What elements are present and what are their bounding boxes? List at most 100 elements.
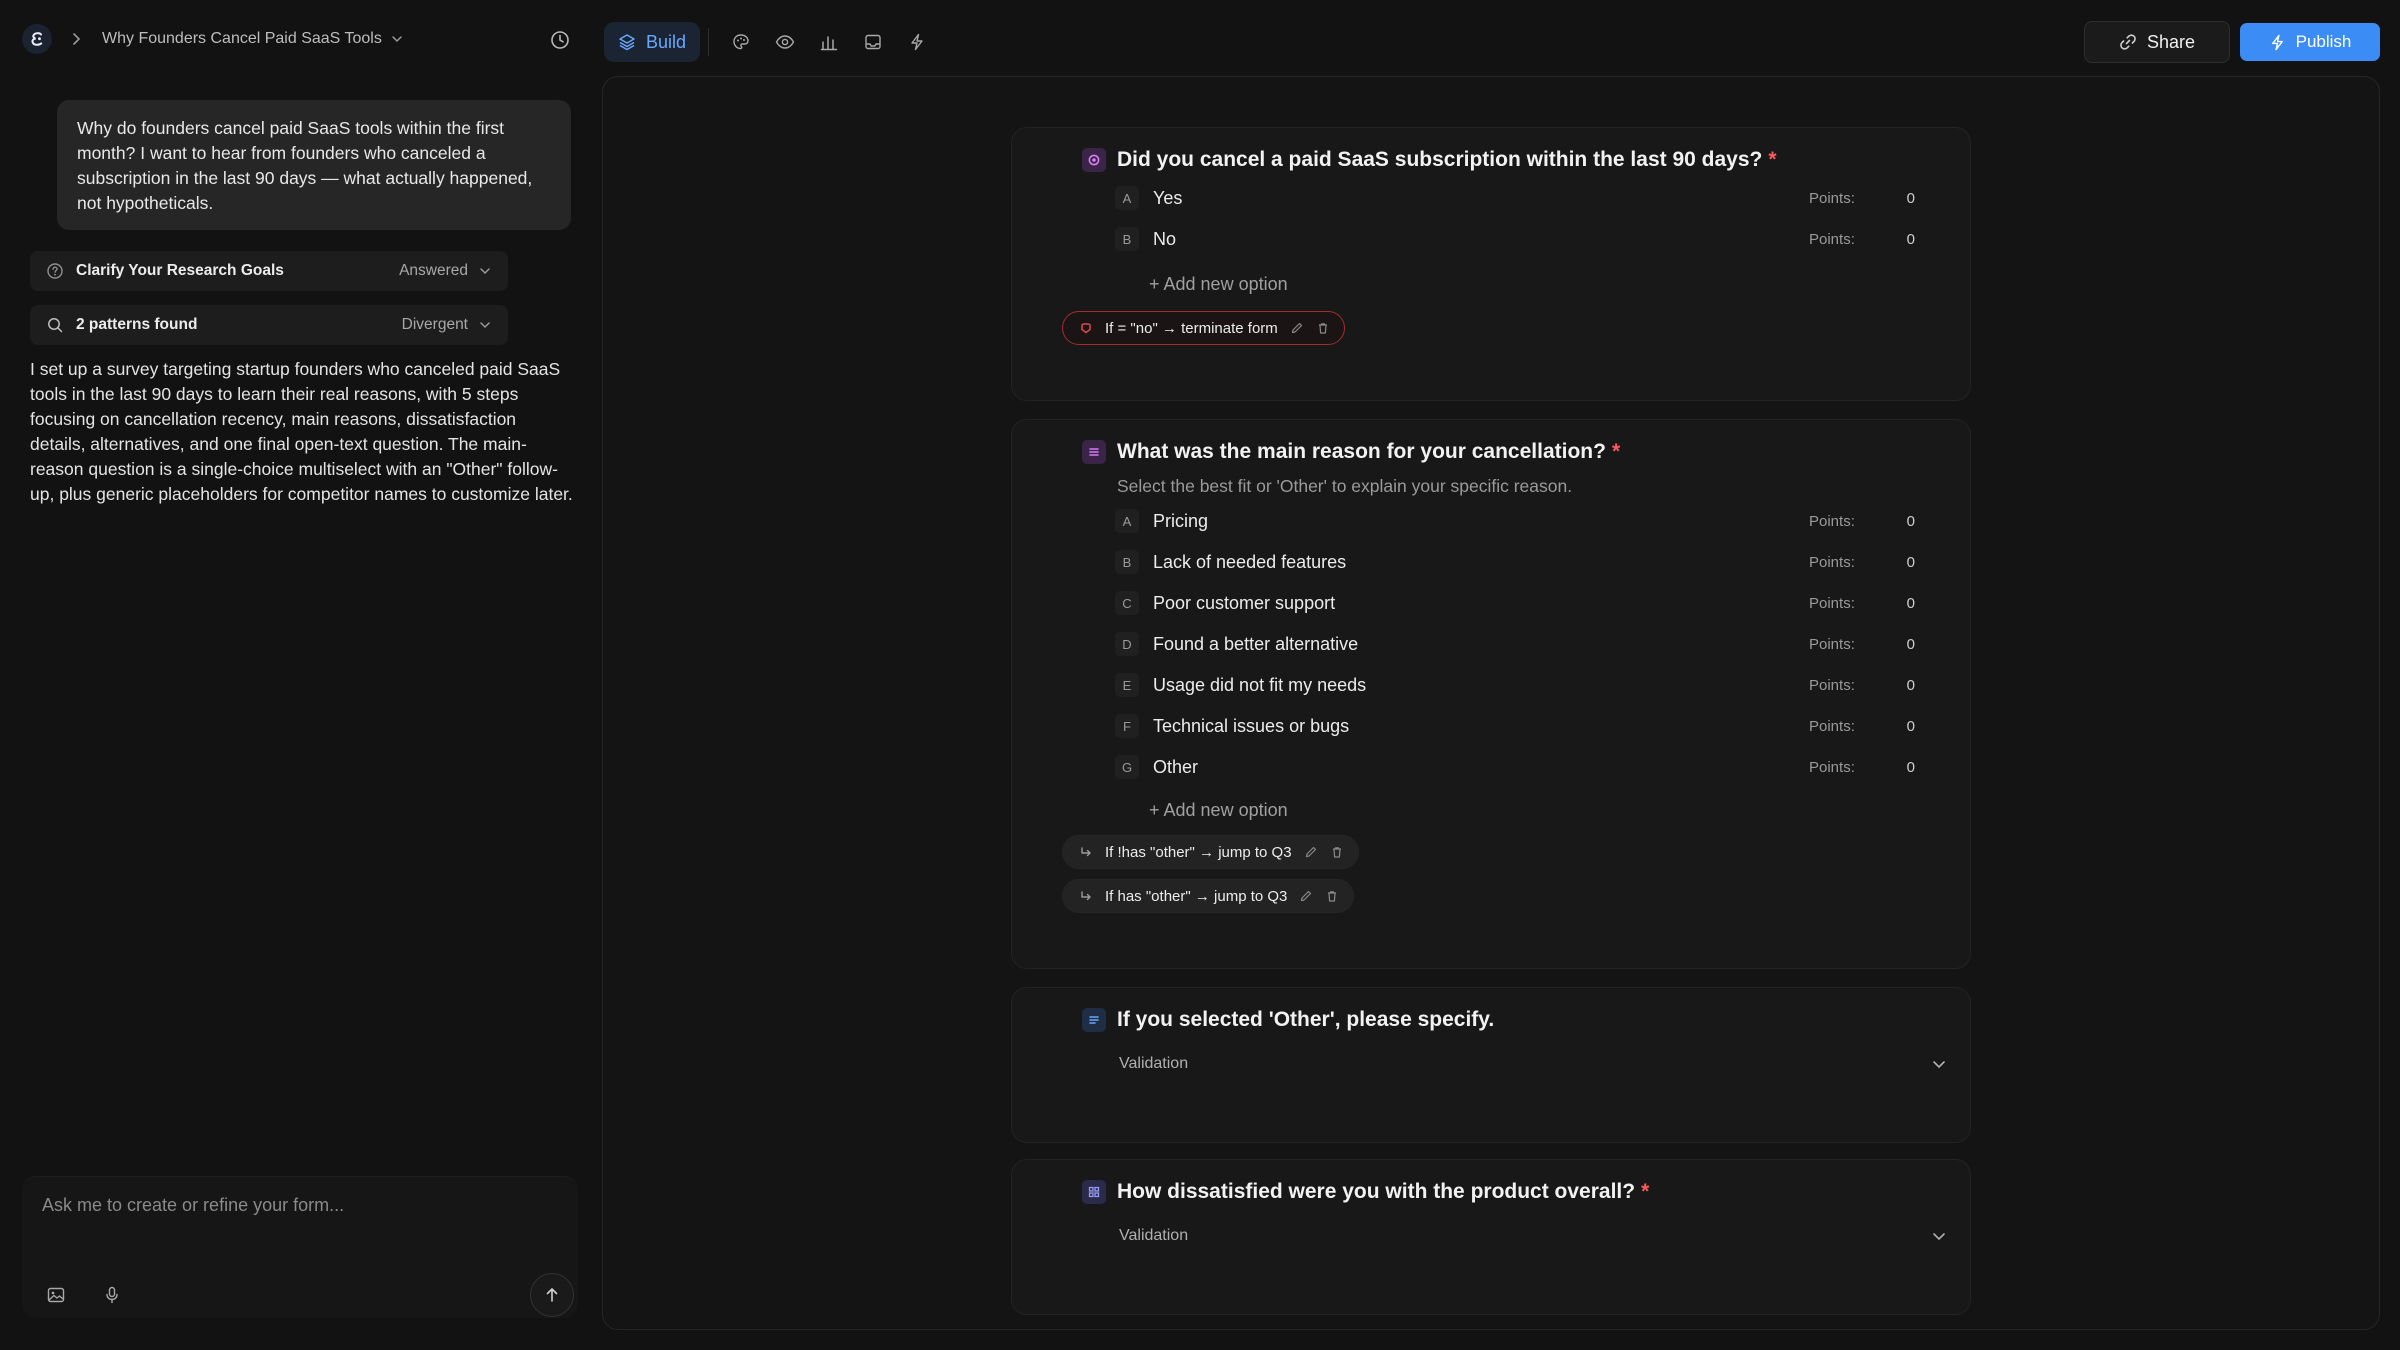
points-value[interactable]: 0: [1893, 677, 1915, 694]
search-icon: [48, 318, 63, 333]
palette-icon: [733, 34, 749, 50]
question-card-2[interactable]: What was the main reason for your cancel…: [1011, 419, 1971, 969]
build-tab[interactable]: Build: [604, 22, 701, 62]
chevron-down-icon[interactable]: [390, 32, 404, 46]
logic-rule[interactable]: If = "no" → terminate form: [1062, 311, 1345, 345]
chevron-down-icon[interactable]: [1930, 1055, 1948, 1073]
analytics-tab[interactable]: [807, 22, 851, 62]
question-header: How dissatisfied were you with the produ…: [1082, 1180, 1649, 1204]
build-tab-label: Build: [646, 31, 687, 52]
option-row[interactable]: A Pricing Points: 0: [1115, 506, 1915, 536]
app-logo[interactable]: [22, 24, 52, 54]
option-letter: C: [1115, 591, 1139, 615]
preview-tab[interactable]: [763, 22, 807, 62]
history-clock-icon[interactable]: [548, 28, 572, 52]
logic-rule[interactable]: If !has "other" → jump to Q3: [1062, 835, 1359, 869]
edit-icon[interactable]: [1290, 321, 1304, 335]
chevron-down-icon[interactable]: [1930, 1227, 1948, 1245]
points-label: Points:: [1809, 553, 1855, 571]
option-label[interactable]: Usage did not fit my needs: [1153, 675, 1809, 696]
question-title[interactable]: What was the main reason for your cancel…: [1117, 440, 1606, 464]
composer-input[interactable]: [42, 1195, 542, 1216]
option-row[interactable]: E Usage did not fit my needs Points: 0: [1115, 670, 1915, 700]
option-row[interactable]: B Lack of needed features Points: 0: [1115, 547, 1915, 577]
publish-button[interactable]: Publish: [2240, 23, 2380, 61]
step-clarify-goals[interactable]: Clarify Your Research Goals Answered: [30, 251, 508, 291]
chevron-right-icon: [73, 33, 81, 45]
microphone-icon[interactable]: [102, 1285, 122, 1305]
question-header: What was the main reason for your cancel…: [1082, 440, 1620, 464]
layers-icon: [619, 34, 635, 51]
question-card-4[interactable]: How dissatisfied were you with the produ…: [1011, 1159, 1971, 1315]
points-value[interactable]: 0: [1893, 636, 1915, 653]
trash-icon[interactable]: [1316, 321, 1330, 335]
add-option-button[interactable]: + Add new option: [1149, 274, 1288, 295]
option-row[interactable]: B No Points: 0: [1115, 224, 1915, 254]
branch-arrow-icon: [1081, 891, 1091, 901]
question-title[interactable]: Did you cancel a paid SaaS subscription …: [1117, 148, 1762, 172]
question-title[interactable]: How dissatisfied were you with the produ…: [1117, 1180, 1635, 1204]
option-label[interactable]: Lack of needed features: [1153, 552, 1809, 573]
option-row[interactable]: G Other Points: 0: [1115, 752, 1915, 782]
send-button[interactable]: [530, 1273, 574, 1317]
option-row[interactable]: C Poor customer support Points: 0: [1115, 588, 1915, 618]
lightning-icon: [911, 33, 923, 51]
option-label[interactable]: Poor customer support: [1153, 593, 1809, 614]
rating-grid-icon: [1082, 1180, 1106, 1204]
chat-composer: [22, 1176, 578, 1318]
option-label[interactable]: Pricing: [1153, 511, 1809, 532]
option-letter: A: [1115, 509, 1139, 533]
points-value[interactable]: 0: [1893, 554, 1915, 571]
points-value[interactable]: 0: [1893, 513, 1915, 530]
option-label[interactable]: No: [1153, 229, 1809, 250]
validation-toggle[interactable]: Validation: [1119, 1055, 1188, 1073]
option-row[interactable]: A Yes Points: 0: [1115, 183, 1915, 213]
edit-icon[interactable]: [1304, 845, 1318, 859]
design-tab[interactable]: [719, 22, 763, 62]
trash-icon[interactable]: [1330, 845, 1344, 859]
edit-icon[interactable]: [1299, 889, 1313, 903]
validation-toggle[interactable]: Validation: [1119, 1227, 1188, 1245]
trash-icon[interactable]: [1325, 889, 1339, 903]
editor-toolbar: Build: [604, 22, 939, 62]
single-choice-icon: [1082, 148, 1106, 172]
option-letter: B: [1115, 227, 1139, 251]
logic-rule-text: If = "no" → terminate form: [1105, 319, 1278, 337]
text-field-icon: [1082, 1008, 1106, 1032]
integrations-tab[interactable]: [895, 22, 939, 62]
points-value[interactable]: 0: [1893, 595, 1915, 612]
branch-arrow-icon: [1081, 847, 1091, 857]
question-title[interactable]: If you selected 'Other', please specify.: [1117, 1008, 1494, 1032]
points-value[interactable]: 0: [1893, 190, 1915, 207]
option-label[interactable]: Found a better alternative: [1153, 634, 1809, 655]
publish-button-label: Publish: [2295, 32, 2352, 51]
project-title[interactable]: Why Founders Cancel Paid SaaS Tools: [102, 30, 382, 48]
points-value[interactable]: 0: [1893, 718, 1915, 735]
step-patterns-found[interactable]: 2 patterns found Divergent: [30, 305, 508, 345]
question-card-3[interactable]: If you selected 'Other', please specify.…: [1011, 987, 1971, 1143]
logic-rule[interactable]: If has "other" → jump to Q3: [1062, 879, 1355, 913]
arrow-up-icon: [546, 1288, 558, 1302]
option-label[interactable]: Technical issues or bugs: [1153, 716, 1809, 737]
question-description[interactable]: Select the best fit or 'Other' to explai…: [1117, 476, 1572, 497]
option-row[interactable]: F Technical issues or bugs Points: 0: [1115, 711, 1915, 741]
form-editor-canvas: Did you cancel a paid SaaS subscription …: [602, 76, 2380, 1330]
question-card-1[interactable]: Did you cancel a paid SaaS subscription …: [1011, 127, 1971, 401]
points-label: Points:: [1809, 758, 1855, 776]
required-marker: *: [1641, 1180, 1650, 1203]
option-label[interactable]: Other: [1153, 757, 1809, 778]
question-header: Did you cancel a paid SaaS subscription …: [1082, 148, 1777, 172]
points-value[interactable]: 0: [1893, 231, 1915, 248]
add-option-button[interactable]: + Add new option: [1149, 800, 1288, 821]
responses-tab[interactable]: [851, 22, 895, 62]
inbox-icon: [865, 34, 881, 50]
option-row[interactable]: D Found a better alternative Points: 0: [1115, 629, 1915, 659]
logic-rule-text: If !has "other" → jump to Q3: [1105, 843, 1292, 861]
image-attach-icon[interactable]: [46, 1285, 66, 1305]
option-letter: G: [1115, 755, 1139, 779]
points-value[interactable]: 0: [1893, 759, 1915, 776]
share-button[interactable]: Share: [2084, 21, 2230, 63]
step-label: Clarify Your Research Goals: [76, 262, 284, 279]
option-label[interactable]: Yes: [1153, 188, 1809, 209]
points-label: Points:: [1809, 512, 1855, 530]
